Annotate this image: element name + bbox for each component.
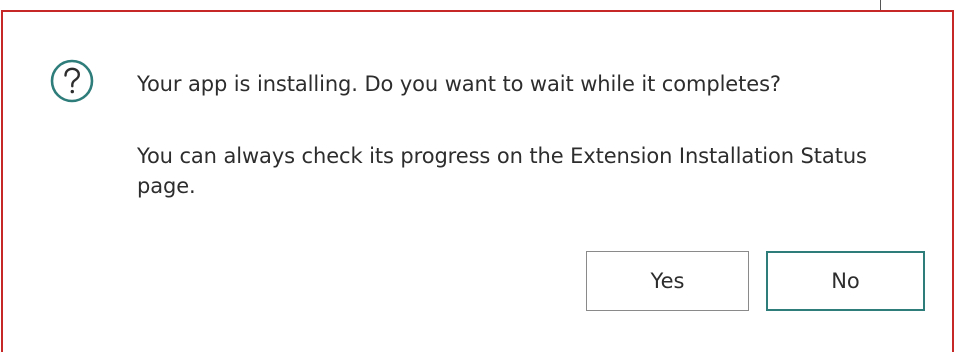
question-icon [49,58,95,104]
confirm-dialog: Your app is installing. Do you want to w… [1,10,954,352]
yes-button[interactable]: Yes [586,251,749,311]
top-strip [0,0,961,10]
no-button-label: No [831,269,860,293]
dialog-detail: You can always check its progress on the… [137,144,867,198]
yes-button-label: Yes [650,269,685,293]
no-button[interactable]: No [766,251,925,311]
window-edge-mark [880,0,881,10]
dialog-message: Your app is installing. Do you want to w… [137,72,781,96]
